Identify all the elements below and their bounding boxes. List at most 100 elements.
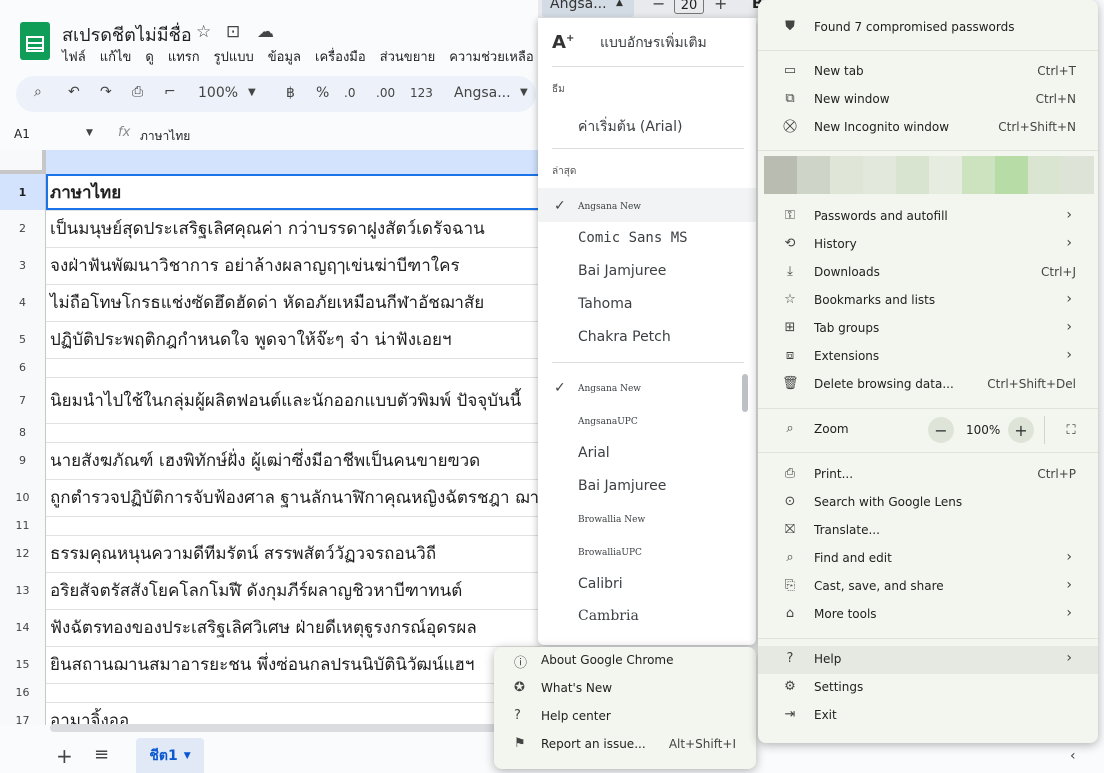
increase-decimal-button[interactable]: .00 (376, 86, 395, 100)
print-icon[interactable]: ⎙ (132, 84, 143, 100)
report-issue-item[interactable]: ⚑ Report an issue... Alt+Shift+I (494, 731, 756, 759)
menu-format[interactable]: รูปแบบ (214, 46, 254, 67)
recent-font-chakra-petch[interactable]: Chakra Petch (578, 329, 671, 345)
cell-a[interactable]: ยินสถานฌานสมาอารยะชน พึ่งซ่อนกลปรนนิบัติ… (50, 646, 474, 683)
menu-item-delete-browsing-data[interactable]: 🗑 Delete browsing data... Ctrl+Shift+Del (758, 371, 1098, 399)
row-number[interactable]: 3 (0, 247, 46, 284)
row-number[interactable]: 7 (0, 377, 46, 423)
row-number[interactable]: 5 (0, 321, 46, 358)
recent-font-tahoma[interactable]: Tahoma (578, 296, 632, 312)
font-cambria[interactable]: Cambria (578, 608, 639, 624)
menu-file[interactable]: ไฟล์ (62, 46, 86, 67)
menu-item-search-with-google-lens[interactable]: ⊙ Search with Google Lens (758, 489, 1098, 517)
font-browallia-new[interactable]: Browallia New (578, 515, 645, 525)
row-number[interactable]: 16 (0, 683, 46, 702)
menu-view[interactable]: ดู (145, 46, 153, 67)
menu-item-downloads[interactable]: ⤓ Downloads Ctrl+J (758, 259, 1098, 287)
recent-font-comic-sans[interactable]: Comic Sans MS (578, 230, 688, 246)
cell-a[interactable]: อริยสัจตรัสสังโยคโลกโมฬี ดังกุมภีร์ผลาญช… (50, 572, 462, 609)
sheet-tab-chevron-down-icon[interactable]: ▼ (184, 751, 191, 761)
search-menus-icon[interactable]: ⌕ (34, 84, 42, 100)
side-panel-chevron-left-icon[interactable]: ‹ (1070, 748, 1076, 764)
cloud-status-icon[interactable]: ☁ (257, 22, 274, 42)
cell-a[interactable]: เป็นมนุษย์สุดประเสริฐเลิศคุณค่า กว่าบรรด… (50, 210, 485, 247)
menu-item-history[interactable]: ⟲ History › (758, 231, 1098, 259)
cell-a[interactable]: ฟังฉัตรทองของประเสริฐเลิศวิเศษ ฝ่ายดีเหต… (50, 609, 477, 646)
row-number[interactable]: 6 (0, 358, 46, 377)
menu-item-cast-save-and-share[interactable]: ⎘ Cast, save, and share › (758, 573, 1098, 601)
formula-bar[interactable]: ภาษาไทย (140, 127, 190, 146)
menu-item-bookmarks-and-lists[interactable]: ☆ Bookmarks and lists › (758, 287, 1098, 315)
menu-item-new-incognito-window[interactable]: ⛒ New Incognito window Ctrl+Shift+N (758, 114, 1098, 142)
paint-format-icon[interactable]: ⌐ (164, 84, 176, 100)
help-center-item[interactable]: ? Help center (494, 703, 756, 731)
decrease-decimal-button[interactable]: .0 (344, 86, 355, 100)
font-select[interactable]: Angsa... (454, 85, 511, 101)
password-check-notice[interactable]: ⛊ Found 7 compromised passwords (758, 14, 1098, 42)
font-bai-jamjuree[interactable]: Bai Jamjuree (578, 478, 666, 494)
menu-extensions[interactable]: ส่วนขยาย (380, 46, 436, 67)
row-number[interactable]: 15 (0, 646, 46, 683)
recent-font-bai-jamjuree[interactable]: Bai Jamjuree (578, 263, 666, 279)
row-number[interactable]: 1 (0, 174, 46, 210)
menu-item-settings[interactable]: ⚙ Settings (758, 674, 1098, 702)
zoom-in-button[interactable]: + (1008, 417, 1034, 443)
menu-item-extensions[interactable]: ⧈ Extensions › (758, 343, 1098, 371)
more-fonts-item[interactable]: แบบอักษรเพิ่มเติม (600, 32, 707, 54)
row-number[interactable]: 11 (0, 516, 46, 535)
fullscreen-icon[interactable]: ⛶ (1058, 417, 1084, 443)
document-title[interactable]: สเปรดชีตไม่มีชื่อ (62, 20, 192, 49)
font-chevron-down-icon[interactable]: ▼ (520, 87, 528, 98)
cell-a[interactable]: ปฏิบัติประพฤติกฎกำหนดใจ พูดจาให้จ๊ะๆ จ๋า… (50, 321, 452, 358)
menu-item-help[interactable]: ? Help › (758, 646, 1098, 674)
move-folder-icon[interactable]: ⊡ (226, 22, 240, 42)
about-chrome-item[interactable]: ⓘ About Google Chrome (494, 647, 756, 675)
sheets-logo-icon[interactable] (20, 22, 50, 60)
menu-item-new-tab[interactable]: ▭ New tab Ctrl+T (758, 58, 1098, 86)
all-sheets-menu-icon[interactable]: ≡ (94, 744, 109, 765)
row-number[interactable]: 2 (0, 210, 46, 247)
font-angsanaupc[interactable]: AngsanaUPC (578, 417, 638, 427)
menu-help[interactable]: ความช่วยเหลือ (449, 46, 533, 67)
add-font-icon[interactable]: A+ (552, 32, 574, 53)
font-menu-scrollbar[interactable] (742, 374, 748, 412)
redo-icon[interactable]: ↷ (100, 84, 112, 100)
add-sheet-icon[interactable]: + (56, 744, 73, 768)
row-number[interactable]: 9 (0, 442, 46, 479)
menu-insert[interactable]: แทรก (168, 46, 200, 67)
more-formats-button[interactable]: 123 (410, 86, 433, 100)
menu-item-more-tools[interactable]: ⌂ More tools › (758, 601, 1098, 629)
font-size-input[interactable]: 20 (674, 0, 704, 14)
name-box[interactable]: A1 (14, 127, 30, 141)
spreadsheet-grid[interactable]: 1 ภาษาไทย 2 เป็นมนุษย์สุดประเสริฐเลิศคุณค่า… (0, 150, 540, 725)
menu-edit[interactable]: แก้ไข (100, 46, 132, 67)
zoom-out-button[interactable]: − (928, 417, 954, 443)
profile-strip[interactable] (764, 156, 1094, 194)
font-arial[interactable]: Arial (578, 445, 610, 461)
row-number[interactable]: 14 (0, 609, 46, 646)
menu-data[interactable]: ข้อมูล (268, 46, 301, 67)
increase-font-size-icon[interactable]: + (714, 0, 727, 13)
zoom-chevron-down-icon[interactable]: ▼ (248, 87, 256, 98)
cell-a[interactable]: นายสังฆภัณฑ์ เฮงพิทักษ์ฝั่ง ผู้เฒ่าซึ่งม… (50, 442, 480, 479)
menu-item-new-window[interactable]: ⧉ New window Ctrl+N (758, 86, 1098, 114)
row-number[interactable]: 13 (0, 572, 46, 609)
menu-item-exit[interactable]: ⇥ Exit (758, 702, 1098, 730)
star-icon[interactable]: ☆ (196, 22, 211, 42)
theme-default-font-item[interactable]: ค่าเริ่มต้น (Arial) (578, 116, 683, 138)
whats-new-item[interactable]: ✪ What's New (494, 675, 756, 703)
cell-a[interactable]: ไม่ถือโทษโกรธแช่งซัดฮึดฮัดด่า หัดอภัยเหม… (50, 284, 484, 321)
horizontal-scrollbar[interactable] (50, 724, 520, 732)
menu-item-print[interactable]: ⎙ Print... Ctrl+P (758, 461, 1098, 489)
currency-format-button[interactable]: ฿ (286, 85, 295, 101)
row-number[interactable]: 10 (0, 479, 46, 516)
row-number[interactable]: 4 (0, 284, 46, 321)
undo-icon[interactable]: ↶ (68, 84, 80, 100)
menu-item-translate[interactable]: ⛝ Translate... (758, 517, 1098, 545)
cell-a[interactable]: นิยมนำไปใช้ในกลุ่มผู้ผลิตฟอนต์และนักออกแ… (50, 377, 521, 423)
zoom-select[interactable]: 100% (198, 85, 238, 101)
row-number[interactable]: 17 (0, 702, 46, 725)
menu-tools[interactable]: เครื่องมือ (315, 46, 366, 67)
select-all-corner[interactable] (0, 150, 46, 174)
sheet-tab[interactable]: ชีต1 ▼ (136, 738, 204, 773)
